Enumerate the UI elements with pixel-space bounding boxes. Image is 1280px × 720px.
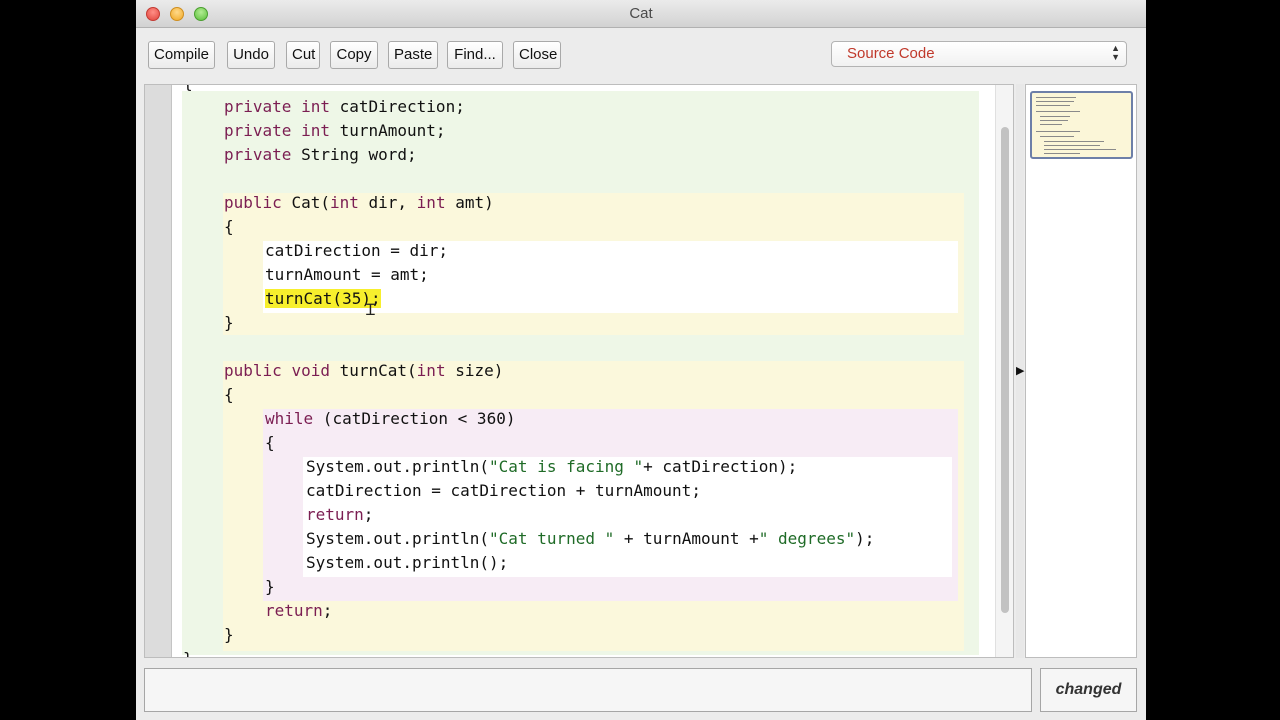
code-line[interactable]: return; (265, 599, 332, 623)
code-token: int (301, 97, 330, 116)
code-line[interactable]: } (265, 575, 275, 599)
code-line[interactable]: while (catDirection < 360) (265, 407, 515, 431)
code-token: int (329, 193, 359, 212)
code-token: catDirection = catDirection + turnAmount… (306, 481, 701, 500)
code-editor[interactable]: {private int catDirection;private int tu… (144, 84, 1014, 658)
status-message-bar (144, 668, 1032, 712)
code-token: int (301, 121, 330, 140)
code-line[interactable]: private int turnAmount; (224, 119, 446, 143)
vertical-scrollbar[interactable] (995, 85, 1013, 657)
code-line[interactable]: { (224, 215, 234, 239)
code-line[interactable]: System.out.println("Cat turned " + turnA… (306, 527, 874, 551)
code-token: { (183, 85, 193, 92)
code-line[interactable]: { (224, 383, 234, 407)
code-token: private (224, 121, 302, 140)
code-token: turnAmount; (329, 121, 446, 140)
code-token: System.out.println( (306, 457, 490, 476)
code-token: public (224, 193, 292, 212)
code-token: + catDirection); (643, 457, 798, 476)
text-cursor-icon: Ɪ (366, 302, 375, 319)
code-line[interactable]: private int catDirection; (224, 95, 465, 119)
code-token: catDirection; (329, 97, 465, 116)
code-line[interactable]: } (224, 311, 234, 335)
code-token: + turnAmount + (614, 529, 759, 548)
code-overview-panel[interactable] (1025, 84, 1137, 658)
code-line[interactable]: { (265, 431, 275, 455)
code-token: catDirection = dir; (265, 241, 449, 260)
compile-button[interactable]: Compile (148, 41, 215, 69)
code-line[interactable]: } (183, 647, 193, 657)
code-token: { (224, 385, 234, 404)
line-gutter[interactable] (145, 85, 172, 657)
selected-text: turnCat(35); (265, 289, 381, 308)
code-line[interactable]: catDirection = catDirection + turnAmount… (306, 479, 701, 503)
code-token: return (306, 505, 364, 524)
view-select-value: Source Code (847, 45, 935, 62)
code-token: } (265, 577, 275, 596)
code-token: turnAmount = amt; (265, 265, 429, 284)
code-token: int (416, 193, 446, 212)
up-down-arrows-icon: ▲ ▼ (1111, 43, 1120, 62)
code-token: Cat( (291, 193, 330, 212)
code-token: { (265, 433, 275, 452)
code-token: "Cat is facing " (489, 457, 644, 476)
code-token: dir, (358, 193, 417, 212)
cut-button[interactable]: Cut (286, 41, 320, 69)
find-button[interactable]: Find... (447, 41, 503, 69)
scrollbar-thumb[interactable] (1001, 127, 1009, 613)
code-token: size) (445, 361, 504, 380)
code-token: int (416, 361, 446, 380)
undo-button[interactable]: Undo (227, 41, 275, 69)
code-token: (catDirection < 360) (313, 409, 516, 428)
code-line[interactable]: System.out.println("Cat is facing "+ cat… (306, 455, 797, 479)
right-triangle-icon[interactable]: ▶ (1016, 364, 1024, 377)
code-token: } (183, 649, 193, 657)
code-line[interactable]: private String word; (224, 143, 417, 167)
code-token: ; (363, 505, 374, 524)
code-token: while (265, 409, 314, 428)
code-token: } (224, 625, 234, 644)
close-button[interactable]: Close (513, 41, 561, 69)
view-select[interactable]: Source Code ▲ ▼ (831, 41, 1127, 67)
code-token: private (224, 97, 302, 116)
code-line[interactable]: { (183, 85, 193, 95)
code-token: " degrees" (758, 529, 856, 548)
overview-splitter[interactable]: ▶ (1016, 84, 1024, 658)
code-token: turnCat( (339, 361, 417, 380)
title-bar[interactable]: Cat (136, 0, 1146, 28)
code-token: amt) (445, 193, 494, 212)
code-token: return (265, 601, 323, 620)
code-line[interactable]: turnCat(35); (265, 287, 381, 311)
code-token: System.out.println(); (306, 553, 509, 572)
code-line[interactable]: public void turnCat(int size) (224, 359, 503, 383)
save-state-indicator: changed (1040, 668, 1137, 712)
paste-button[interactable]: Paste (388, 41, 438, 69)
code-token: ; (322, 601, 333, 620)
code-token: "Cat turned " (489, 529, 615, 548)
copy-button[interactable]: Copy (330, 41, 378, 69)
code-token: } (224, 313, 234, 332)
code-line[interactable]: catDirection = dir; (265, 239, 448, 263)
code-line[interactable]: } (224, 623, 234, 647)
code-token: public (224, 361, 292, 380)
code-token: ); (855, 529, 875, 548)
code-token: void (291, 361, 340, 380)
code-token: private (224, 145, 302, 164)
code-token: String word; (301, 145, 417, 164)
code-token: { (224, 217, 234, 236)
code-token: System.out.println( (306, 529, 490, 548)
code-line[interactable]: System.out.println(); (306, 551, 508, 575)
code-line[interactable]: turnAmount = amt; (265, 263, 429, 287)
overview-viewport[interactable] (1030, 91, 1133, 159)
code-line[interactable]: public Cat(int dir, int amt) (224, 191, 494, 215)
code-line[interactable]: return; (306, 503, 373, 527)
toolbar: Compile Undo Cut Copy Paste Find... Clos… (136, 28, 1146, 82)
bluej-editor-window: Cat Compile Undo Cut Copy Paste Find... … (136, 0, 1146, 720)
window-title: Cat (629, 5, 653, 22)
